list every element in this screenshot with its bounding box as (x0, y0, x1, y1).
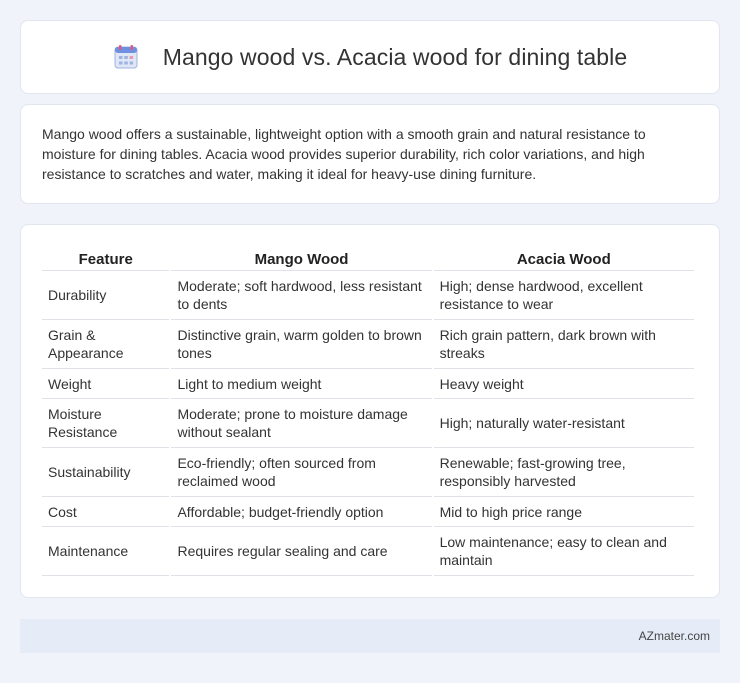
feature-cell: Weight (42, 369, 170, 399)
acacia-cell: Rich grain pattern, dark brown with stre… (433, 320, 694, 369)
calendar-icon (113, 44, 139, 70)
mango-cell: Eco-friendly; often sourced from reclaim… (171, 448, 432, 497)
footer: AZmater.com (20, 619, 720, 653)
table-row: Moisture Resistance Moderate; prone to m… (42, 399, 694, 448)
table-row: Maintenance Requires regular sealing and… (42, 527, 694, 576)
column-header-acacia-wood: Acacia Wood (433, 245, 694, 271)
mango-cell: Affordable; budget-friendly option (171, 497, 432, 527)
table-row: Grain & Appearance Distinctive grain, wa… (42, 320, 694, 369)
summary-card: Mango wood offers a sustainable, lightwe… (20, 104, 720, 204)
acacia-cell: Low maintenance; easy to clean and maint… (433, 527, 694, 576)
acacia-cell: High; dense hardwood, excellent resistan… (433, 271, 694, 320)
feature-cell: Grain & Appearance (42, 320, 170, 369)
mango-cell: Requires regular sealing and care (171, 527, 432, 576)
mango-cell: Moderate; soft hardwood, less resistant … (171, 271, 432, 320)
feature-cell: Maintenance (42, 527, 170, 576)
title-card: Mango wood vs. Acacia wood for dining ta… (20, 20, 720, 94)
acacia-cell: Mid to high price range (433, 497, 694, 527)
table-card: Feature Mango Wood Acacia Wood Durabilit… (20, 224, 720, 598)
table-row: Cost Affordable; budget-friendly option … (42, 497, 694, 527)
column-header-feature: Feature (42, 245, 170, 271)
feature-cell: Sustainability (42, 448, 170, 497)
table-row: Weight Light to medium weight Heavy weig… (42, 369, 694, 399)
comparison-table: Feature Mango Wood Acacia Wood Durabilit… (40, 245, 696, 576)
feature-cell: Moisture Resistance (42, 399, 170, 448)
mango-cell: Distinctive grain, warm golden to brown … (171, 320, 432, 369)
summary-text: Mango wood offers a sustainable, lightwe… (42, 126, 646, 182)
table-row: Durability Moderate; soft hardwood, less… (42, 271, 694, 320)
acacia-cell: High; naturally water-resistant (433, 399, 694, 448)
page-title: Mango wood vs. Acacia wood for dining ta… (162, 43, 628, 70)
acacia-cell: Renewable; fast-growing tree, responsibl… (433, 448, 694, 497)
column-header-mango-wood: Mango Wood (171, 245, 432, 271)
table-header-row: Feature Mango Wood Acacia Wood (42, 245, 694, 271)
footer-source-link[interactable]: AZmater.com (639, 629, 710, 643)
table-row: Sustainability Eco-friendly; often sourc… (42, 448, 694, 497)
feature-cell: Cost (42, 497, 170, 527)
mango-cell: Light to medium weight (171, 369, 432, 399)
mango-cell: Moderate; prone to moisture damage witho… (171, 399, 432, 448)
feature-cell: Durability (42, 271, 170, 320)
acacia-cell: Heavy weight (433, 369, 694, 399)
